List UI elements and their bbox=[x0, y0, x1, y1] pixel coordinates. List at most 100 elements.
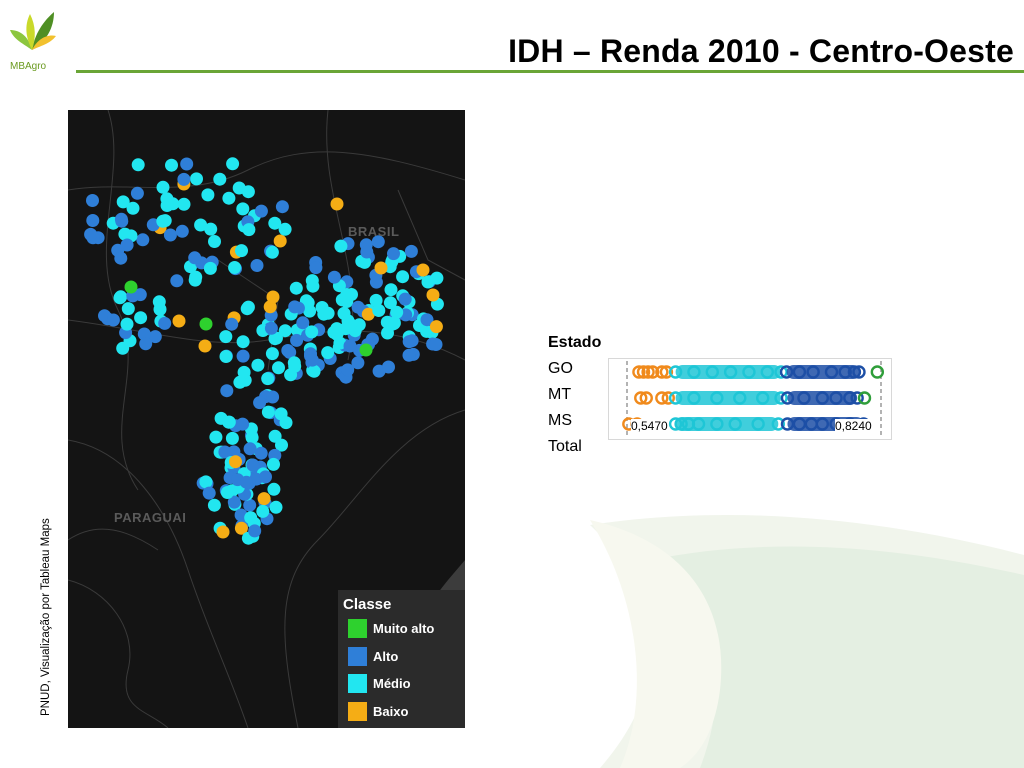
municipality-dot[interactable] bbox=[86, 214, 100, 227]
municipality-dot[interactable] bbox=[165, 158, 178, 172]
municipality-dot[interactable] bbox=[382, 360, 395, 374]
municipality-dot[interactable] bbox=[273, 234, 287, 248]
row-label-total[interactable]: Total bbox=[548, 438, 582, 456]
municipality-dot[interactable] bbox=[170, 274, 184, 288]
municipality-dot[interactable] bbox=[219, 350, 233, 363]
municipality-dot[interactable] bbox=[317, 307, 331, 321]
municipality-dot[interactable] bbox=[256, 504, 270, 518]
municipality-dot[interactable] bbox=[264, 321, 278, 335]
municipality-dot[interactable] bbox=[177, 172, 191, 186]
municipality-dot[interactable] bbox=[272, 361, 285, 375]
municipality-dot[interactable] bbox=[216, 525, 230, 539]
municipality-dot[interactable] bbox=[337, 306, 351, 320]
municipality-dot[interactable] bbox=[248, 524, 262, 538]
municipality-dot[interactable] bbox=[369, 275, 383, 289]
municipality-dot[interactable] bbox=[359, 343, 373, 357]
municipality-dot[interactable] bbox=[207, 498, 221, 512]
municipality-dot[interactable] bbox=[203, 261, 217, 275]
municipality-dot[interactable] bbox=[114, 212, 128, 226]
municipality-dot[interactable] bbox=[235, 244, 248, 258]
municipality-dot[interactable] bbox=[279, 416, 293, 430]
municipality-dot[interactable] bbox=[306, 279, 320, 293]
municipality-dot[interactable] bbox=[229, 455, 242, 469]
municipality-dot[interactable] bbox=[244, 511, 258, 525]
municipality-dot[interactable] bbox=[303, 304, 317, 318]
municipality-dot[interactable] bbox=[374, 261, 388, 275]
municipality-dot[interactable] bbox=[390, 305, 404, 319]
municipality-dot[interactable] bbox=[387, 247, 400, 261]
municipality-dot[interactable] bbox=[188, 251, 202, 265]
municipality-dot[interactable] bbox=[228, 261, 242, 274]
municipality-dot[interactable] bbox=[222, 191, 236, 205]
municipality-dot[interactable] bbox=[253, 396, 267, 410]
municipality-dot[interactable] bbox=[266, 390, 280, 404]
municipality-dot[interactable] bbox=[265, 347, 279, 361]
municipality-dot[interactable] bbox=[153, 302, 167, 316]
municipality-dot[interactable] bbox=[290, 333, 304, 347]
municipality-dot[interactable] bbox=[236, 349, 250, 363]
municipality-dot[interactable] bbox=[360, 245, 374, 259]
municipality-dot[interactable] bbox=[120, 317, 134, 331]
municipality-dot[interactable] bbox=[236, 335, 250, 349]
municipality-dot[interactable] bbox=[156, 214, 170, 228]
municipality-dot[interactable] bbox=[243, 442, 257, 456]
municipality-dot[interactable] bbox=[398, 292, 412, 306]
municipality-dot[interactable] bbox=[321, 346, 335, 360]
municipality-dot[interactable] bbox=[288, 300, 302, 314]
municipality-dot[interactable] bbox=[327, 270, 341, 284]
municipality-dot[interactable] bbox=[269, 500, 283, 514]
row-label-ms[interactable]: MS bbox=[548, 412, 572, 430]
municipality-dot[interactable] bbox=[213, 172, 227, 186]
municipality-dot[interactable] bbox=[288, 359, 302, 373]
municipality-dot[interactable] bbox=[416, 263, 430, 277]
municipality-dot[interactable] bbox=[177, 197, 191, 211]
municipality-dot[interactable] bbox=[343, 339, 357, 353]
municipality-dot[interactable] bbox=[254, 204, 268, 218]
municipality-dot[interactable] bbox=[172, 314, 186, 328]
municipality-dot[interactable] bbox=[130, 186, 144, 200]
municipality-dot[interactable] bbox=[242, 223, 256, 237]
municipality-dot[interactable] bbox=[259, 470, 272, 484]
municipality-dot[interactable] bbox=[236, 202, 250, 216]
municipality-dot[interactable] bbox=[225, 431, 239, 445]
municipality-dot[interactable] bbox=[113, 291, 127, 305]
municipality-dot[interactable] bbox=[251, 358, 265, 372]
municipality-dot[interactable] bbox=[429, 320, 443, 334]
municipality-dot[interactable] bbox=[241, 185, 255, 199]
municipality-dot[interactable] bbox=[305, 325, 319, 339]
municipality-dot[interactable] bbox=[404, 244, 418, 258]
municipality-dot[interactable] bbox=[106, 313, 120, 327]
municipality-dot[interactable] bbox=[396, 270, 410, 284]
municipality-dot[interactable] bbox=[239, 475, 253, 489]
municipality-dot[interactable] bbox=[421, 275, 435, 289]
municipality-dot[interactable] bbox=[266, 290, 280, 304]
municipality-dot[interactable] bbox=[236, 417, 250, 431]
municipality-dot[interactable] bbox=[198, 339, 212, 353]
municipality-dot[interactable] bbox=[261, 372, 275, 386]
strip-point[interactable] bbox=[857, 391, 872, 405]
municipality-dot[interactable] bbox=[334, 239, 348, 253]
municipality-dot[interactable] bbox=[199, 475, 213, 489]
legend-item-alto[interactable]: Alto bbox=[348, 647, 463, 667]
municipality-dot[interactable] bbox=[120, 238, 134, 252]
municipality-dot[interactable] bbox=[278, 324, 292, 338]
municipality-dot[interactable] bbox=[381, 326, 394, 340]
municipality-dot[interactable] bbox=[330, 327, 344, 341]
municipality-dot[interactable] bbox=[220, 486, 234, 499]
municipality-dot[interactable] bbox=[340, 288, 354, 301]
row-label-mt[interactable]: MT bbox=[548, 386, 571, 404]
municipality-dot[interactable] bbox=[233, 375, 247, 389]
municipality-dot[interactable] bbox=[209, 430, 223, 444]
municipality-dot[interactable] bbox=[305, 353, 319, 367]
municipality-dot[interactable] bbox=[131, 158, 145, 172]
municipality-dot[interactable] bbox=[86, 194, 99, 207]
municipality-dot[interactable] bbox=[426, 288, 440, 302]
municipality-dot[interactable] bbox=[188, 273, 202, 287]
municipality-dot[interactable] bbox=[402, 348, 416, 362]
municipality-dot[interactable] bbox=[372, 304, 386, 317]
municipality-dot[interactable] bbox=[429, 338, 443, 351]
municipality-dot[interactable] bbox=[121, 302, 135, 316]
municipality-dot[interactable] bbox=[156, 180, 170, 194]
municipality-dot[interactable] bbox=[202, 486, 216, 500]
municipality-dot[interactable] bbox=[341, 363, 355, 377]
